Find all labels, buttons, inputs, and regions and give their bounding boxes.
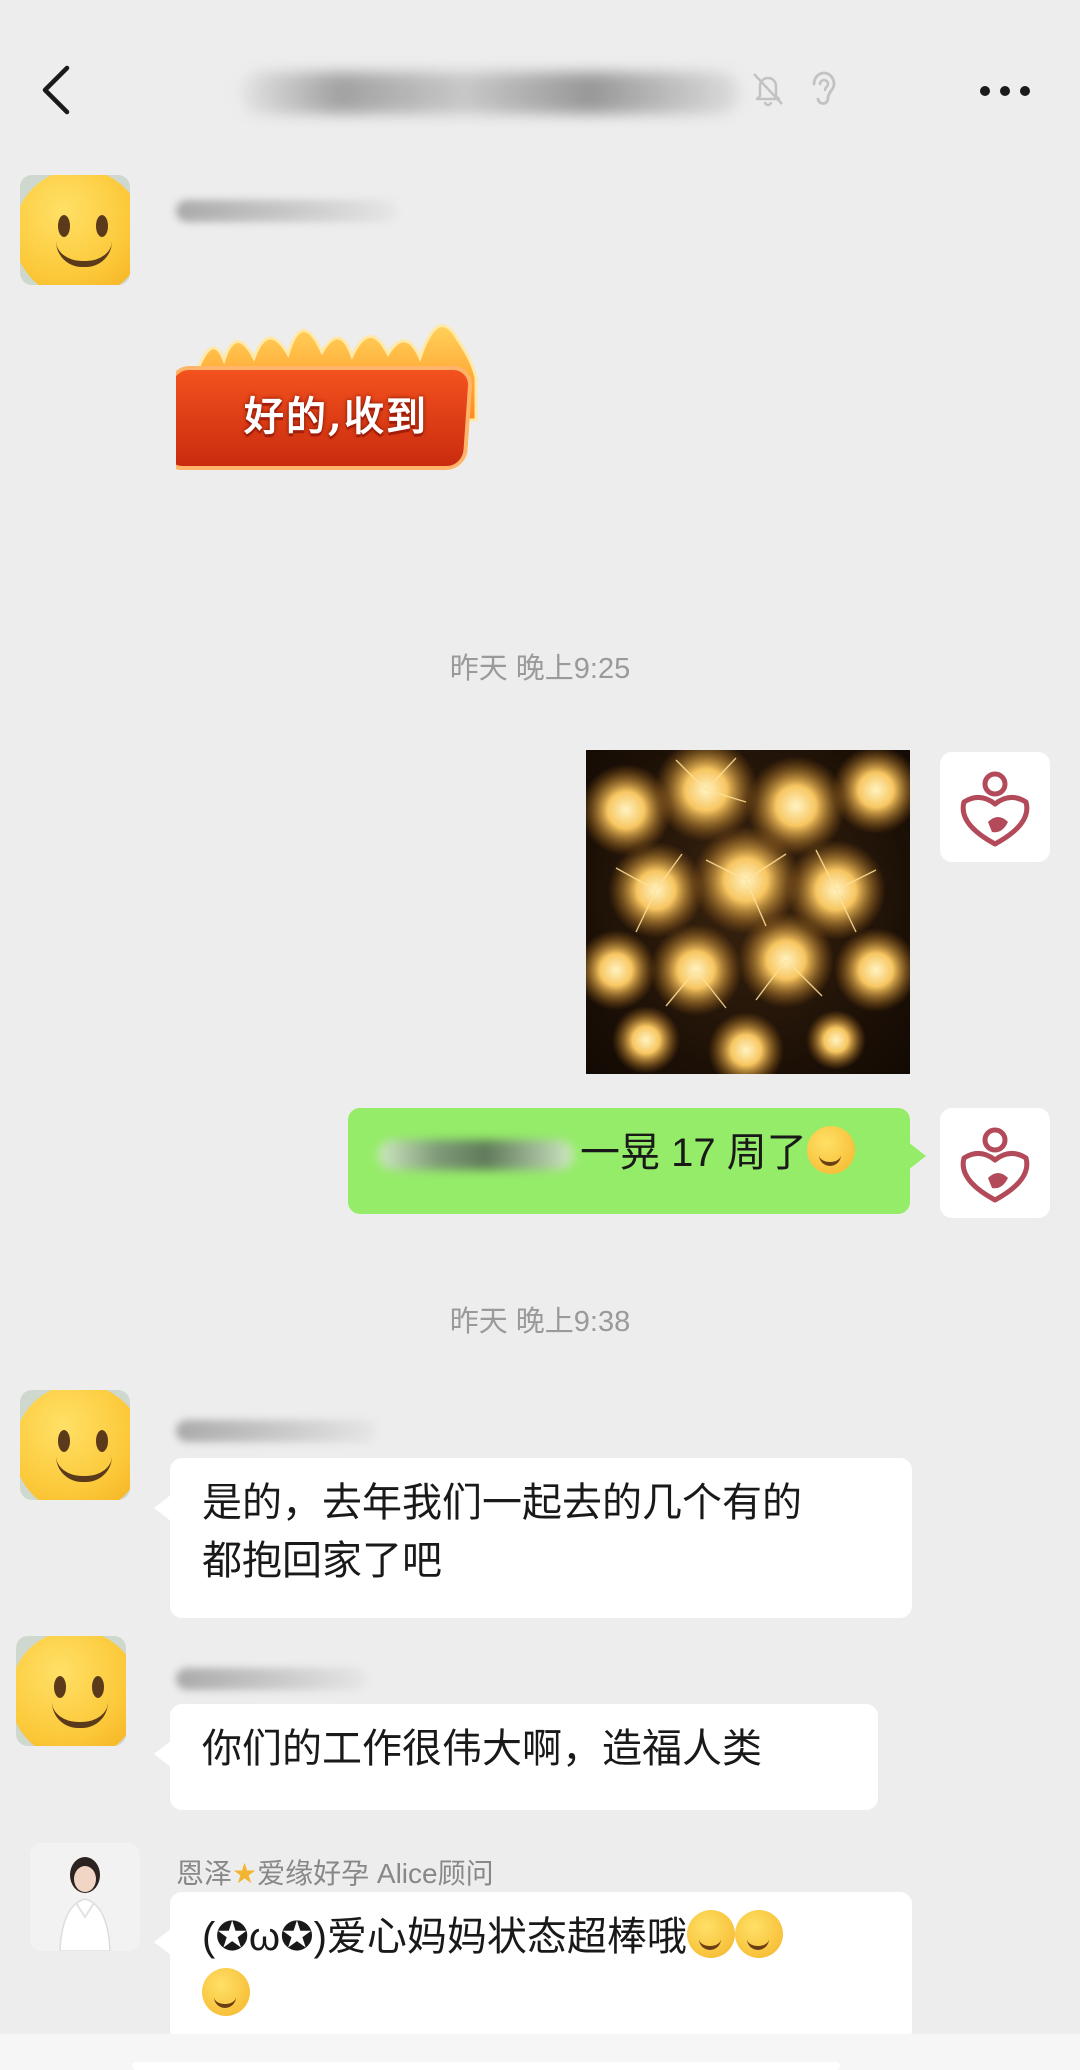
ear-icon [812, 71, 836, 105]
sticker-message[interactable]: 好的,收到 [163, 300, 496, 480]
sender-name-redacted [176, 200, 396, 222]
shushing-face-emoji-icon [202, 1968, 250, 2016]
avatar[interactable] [16, 1636, 126, 1746]
message-bubble[interactable]: 一晃 17 周了 [348, 1108, 926, 1214]
message-text: 一晃 17 周了 [580, 1131, 807, 1175]
avatar[interactable] [20, 1390, 130, 1500]
smiley-face-icon [16, 1636, 126, 1746]
avatar[interactable] [940, 1108, 1050, 1218]
fireworks-photo-icon [586, 750, 910, 1074]
sticker-text: 好的,收到 [244, 393, 428, 440]
message-bubble[interactable]: 是的，去年我们一起去的几个有的 都抱回家了吧 [154, 1458, 912, 1618]
alice-portrait-icon [30, 1843, 140, 1951]
thinking-emoji-icon [806, 1126, 855, 1174]
smiley-face-icon [20, 175, 130, 285]
avatar[interactable] [20, 175, 130, 285]
message-text: 都抱回家了吧 [202, 1539, 442, 1583]
chat-title-redacted[interactable] [240, 72, 740, 114]
bell-muted-icon [753, 73, 783, 107]
clinic-logo-icon [960, 771, 1030, 847]
chevron-left-icon [42, 65, 70, 115]
message-text: 你们的工作很伟大啊，造福人类 [202, 1727, 762, 1771]
shushing-face-emoji-icon [734, 1910, 783, 1958]
timestamp: 昨天 晚上9:38 [449, 1306, 631, 1338]
shushing-face-emoji-icon [686, 1910, 735, 1958]
timestamp: 昨天 晚上9:25 [449, 653, 631, 685]
sender-name-redacted [176, 1668, 366, 1690]
sender-name: 恩泽★爱缘好孕 Alice顾问 [176, 1858, 494, 1889]
message-text: 是的，去年我们一起去的几个有的 [202, 1481, 802, 1525]
avatar[interactable] [30, 1843, 140, 1951]
chat-header [0, 0, 1080, 150]
more-dots-icon [980, 86, 990, 96]
back-button[interactable] [34, 62, 78, 118]
mention-redacted [378, 1140, 574, 1171]
message-text: (✪ω✪)爱心妈妈状态超棒哦 [202, 1915, 687, 1959]
star-icon: ★ [232, 1858, 258, 1889]
clinic-logo-icon [960, 1127, 1030, 1203]
input-bar-edge [0, 2034, 1080, 2070]
message-bubble[interactable]: 你们的工作很伟大啊，造福人类 [154, 1704, 878, 1810]
message-bubble[interactable]: (✪ω✪)爱心妈妈状态超棒哦 [154, 1892, 912, 2042]
image-message[interactable] [586, 750, 910, 1074]
more-button[interactable] [970, 68, 1040, 114]
sender-name-redacted [176, 1420, 376, 1442]
smiley-face-icon [20, 1390, 130, 1500]
avatar[interactable] [940, 752, 1050, 862]
